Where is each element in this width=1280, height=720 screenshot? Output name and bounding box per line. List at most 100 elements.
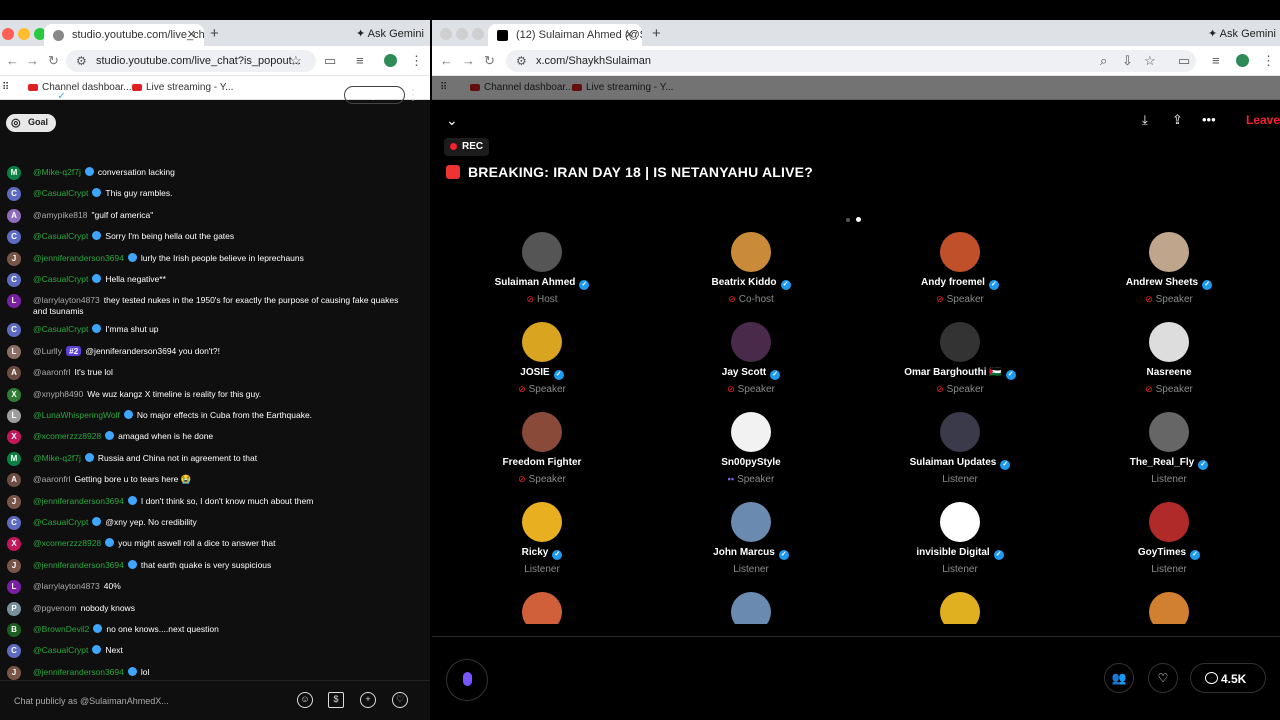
install-app-icon[interactable]: ⇩: [1122, 53, 1133, 69]
extensions-icon[interactable]: ≡: [1212, 53, 1220, 68]
close-window-button[interactable]: [440, 28, 452, 40]
author-name[interactable]: @larrylayton4873: [33, 295, 100, 305]
top-fans-button[interactable]: ♛ Top fans: [344, 86, 406, 104]
author-name[interactable]: @Mike-q2f7j: [33, 167, 81, 177]
new-tab-button[interactable]: +: [210, 25, 219, 42]
cast-icon[interactable]: ▭: [324, 53, 336, 69]
address-bar[interactable]: ⚙ studio.youtube.com/live_chat?is_popout…: [66, 50, 316, 72]
new-tab-button[interactable]: +: [652, 25, 661, 42]
participant-partial-avatar[interactable]: [940, 592, 980, 624]
author-name[interactable]: @jenniferanderson3694: [33, 496, 124, 506]
ask-gemini-button[interactable]: ✦ Ask Gemini: [1208, 27, 1276, 40]
back-icon[interactable]: ←: [440, 53, 453, 68]
avatar[interactable]: [940, 322, 980, 362]
avatar[interactable]: [522, 322, 562, 362]
avatar[interactable]: A: [7, 208, 21, 223]
forward-icon[interactable]: →: [26, 53, 39, 68]
participant-partial-avatar[interactable]: [522, 592, 562, 624]
avatar[interactable]: C: [7, 273, 21, 287]
avatar[interactable]: P: [7, 601, 21, 616]
add-icon[interactable]: +: [360, 692, 376, 708]
address-bar[interactable]: ⚙ x.com/ShaykhSulaiman: [506, 50, 1196, 72]
avatar[interactable]: [1149, 232, 1189, 272]
page-dot-active[interactable]: [856, 217, 861, 222]
minimize-window-button[interactable]: [18, 28, 30, 40]
close-tab-icon[interactable]: ✕: [625, 28, 634, 41]
avatar[interactable]: [731, 322, 771, 362]
bookmark-star-icon[interactable]: ☆: [1144, 53, 1156, 69]
avatar[interactable]: [522, 232, 562, 272]
avatar[interactable]: L: [7, 409, 21, 423]
react-icon[interactable]: ♡: [1148, 663, 1178, 693]
maximize-window-button[interactable]: [472, 28, 484, 40]
avatar[interactable]: J: [7, 665, 21, 680]
close-tab-icon[interactable]: ✕: [187, 28, 196, 41]
avatar[interactable]: [940, 412, 980, 452]
ask-gemini-button[interactable]: ✦ Ask Gemini: [356, 27, 424, 40]
avatar[interactable]: J: [7, 251, 21, 266]
people-icon[interactable]: 👥: [1104, 663, 1134, 693]
author-name[interactable]: @LunaWhisperingWolf: [33, 410, 120, 420]
menu-icon[interactable]: ⋮: [1262, 53, 1275, 69]
author-name[interactable]: @xcomerzzz8928: [33, 431, 101, 441]
author-name[interactable]: @CasualCrypt: [33, 188, 88, 198]
forward-icon[interactable]: →: [462, 53, 475, 68]
author-name[interactable]: @Mike-q2f7j: [33, 453, 81, 463]
chat-title[interactable]: Live chat ✓: [6, 88, 66, 102]
avatar[interactable]: [522, 412, 562, 452]
menu-icon[interactable]: ⋮: [410, 53, 423, 69]
bookmark-channel-dashboard[interactable]: Channel dashboar...: [470, 82, 574, 93]
super-chat-icon[interactable]: $: [328, 692, 344, 708]
goal-chip[interactable]: ◎ Goal: [6, 114, 57, 132]
author-name[interactable]: @CasualCrypt: [33, 324, 88, 334]
tab-youtube-chat[interactable]: studio.youtube.com/live_chat ✕: [44, 24, 204, 46]
chevron-down-icon[interactable]: ⌄: [446, 112, 458, 129]
share-icon[interactable]: ⇪: [1172, 112, 1183, 128]
author-name[interactable]: @jenniferanderson3694: [33, 667, 124, 677]
avatar[interactable]: [1149, 412, 1189, 452]
author-name[interactable]: @aaronfrl: [33, 474, 70, 484]
reload-icon[interactable]: ↻: [48, 53, 59, 69]
bookmark-live-streaming[interactable]: Live streaming - Y...: [572, 82, 673, 93]
close-window-button[interactable]: [2, 28, 14, 40]
author-name[interactable]: @pgvenom: [33, 603, 77, 613]
author-name[interactable]: @Lurlly: [33, 346, 62, 356]
leave-button[interactable]: Leave: [1246, 113, 1280, 127]
more-options-icon[interactable]: ⋮: [406, 86, 420, 103]
avatar[interactable]: [731, 502, 771, 542]
minimize-window-button[interactable]: [456, 28, 468, 40]
avatar[interactable]: [731, 412, 771, 452]
author-name[interactable]: @CasualCrypt: [33, 274, 88, 284]
heart-icon[interactable]: ♡: [392, 692, 408, 708]
mic-button[interactable]: [446, 659, 488, 701]
author-name[interactable]: @jenniferanderson3694: [33, 560, 124, 570]
avatar[interactable]: X: [7, 387, 21, 402]
author-name[interactable]: @xcomerzzz8928: [33, 538, 101, 548]
avatar[interactable]: J: [7, 494, 21, 509]
avatar[interactable]: J: [7, 558, 21, 573]
author-name[interactable]: @jenniferanderson3694: [33, 253, 124, 263]
page-dot[interactable]: [846, 218, 850, 222]
author-name[interactable]: @CasualCrypt: [33, 645, 88, 655]
apps-icon[interactable]: ⠿: [440, 82, 447, 93]
participant-partial-avatar[interactable]: [1149, 592, 1189, 624]
avatar[interactable]: [940, 502, 980, 542]
bookmark-star-icon[interactable]: ☆: [290, 53, 302, 69]
more-options-icon[interactable]: •••: [1202, 112, 1216, 127]
zoom-icon[interactable]: ⌕: [1100, 53, 1107, 69]
emoji-icon[interactable]: ☺: [297, 692, 313, 708]
replies-button[interactable]: 4.5K: [1190, 663, 1266, 693]
avatar[interactable]: L: [7, 344, 21, 359]
author-name[interactable]: @xnyph8490: [33, 389, 83, 399]
minimize-space-icon[interactable]: ⤓: [1142, 112, 1148, 128]
cast-icon[interactable]: ▭: [1178, 53, 1190, 69]
chat-input-field[interactable]: Chat publicly as @SulaimanAhmedX...: [14, 696, 169, 706]
author-name[interactable]: @CasualCrypt: [33, 231, 88, 241]
author-name[interactable]: @BrownDevil2: [33, 624, 89, 634]
avatar[interactable]: [522, 502, 562, 542]
avatar[interactable]: M: [7, 451, 21, 466]
avatar[interactable]: [1149, 322, 1189, 362]
back-icon[interactable]: ←: [6, 53, 19, 68]
profile-avatar[interactable]: [1236, 54, 1249, 67]
avatar[interactable]: M: [7, 166, 21, 180]
